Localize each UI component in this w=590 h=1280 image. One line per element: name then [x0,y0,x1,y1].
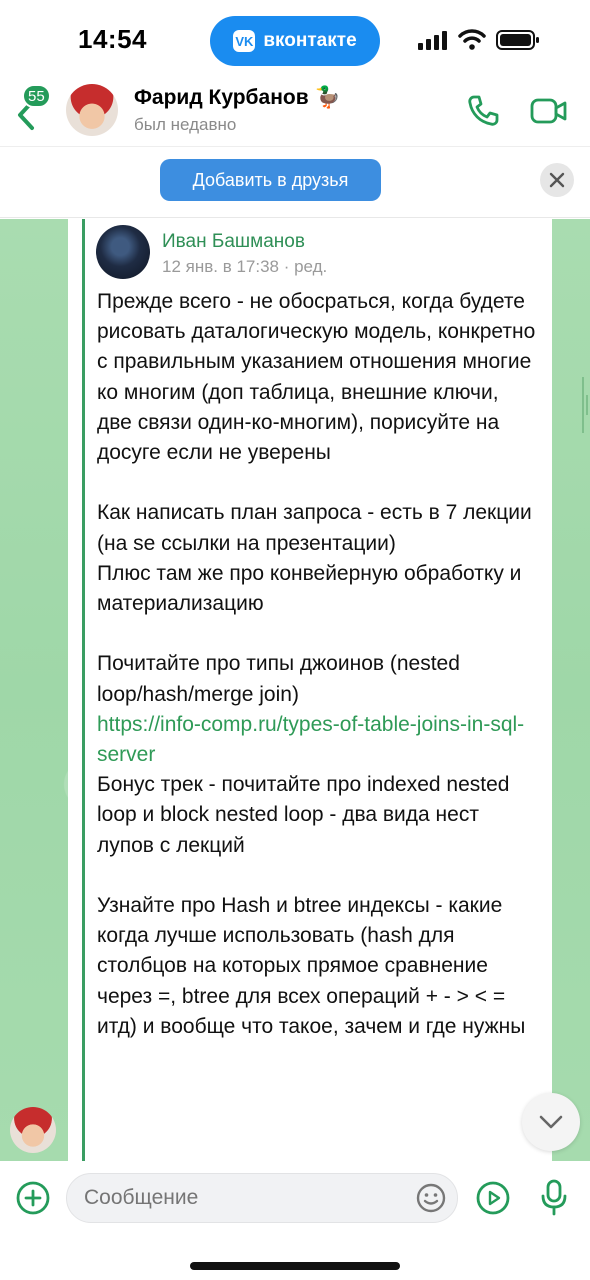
contact-status: был недавно [134,115,237,134]
vk-pill-label: вконтакте [263,30,357,51]
unread-count-badge: 55 [22,84,51,108]
status-bar: 14:54 VK вконтакте [0,0,590,80]
video-camera-icon[interactable] [530,96,568,126]
home-indicator [190,1262,400,1270]
chevron-down-icon [539,1115,563,1129]
chat-area[interactable]: Иван Башманов 12 янв. в 17:38 · ред. Пре… [0,219,590,1161]
chat-header: 55 Фарид Курбанов 🦆 был недавно [0,80,590,146]
message-line: Прежде всего - не обосраться, когда буде… [97,290,536,465]
message-line: Как написать план запроса - есть в 7 лек… [97,501,532,555]
cellular-signal-icon [418,31,447,50]
battery-icon [496,30,539,50]
add-friend-bar: Добавить в друзья [0,146,590,218]
message-line: Бонус трек - почитайте про indexed neste… [97,773,510,857]
close-icon [549,172,565,188]
microphone-icon[interactable] [540,1179,568,1217]
message-composer [0,1161,590,1280]
phone-icon[interactable] [466,94,500,128]
wifi-icon [458,29,486,50]
message-link[interactable]: https://info-comp.ru/types-of-table-join… [97,710,537,770]
scroll-down-button[interactable] [522,1093,580,1151]
vk-app-pill[interactable]: VK вконтакте [210,16,380,66]
message-line: Узнайте про Hash и btree индексы - какие… [97,894,526,1038]
plus-icon[interactable] [16,1181,50,1215]
add-friend-button[interactable]: Добавить в друзья [160,159,381,201]
play-icon[interactable] [476,1181,510,1215]
forward-quote-bar [82,219,85,1161]
message-timestamp: 12 янв. в 17:38 · ред. [162,257,328,276]
message-input[interactable] [66,1173,458,1223]
message-text: Прежде всего - не обосраться, когда буде… [97,287,537,1042]
close-friend-bar-button[interactable] [540,163,574,197]
message-line: Почитайте про типы джоинов (nested loop/… [97,652,460,706]
author-avatar[interactable] [96,225,150,279]
sender-avatar[interactable] [10,1107,56,1153]
scrollbar-handle[interactable] [580,375,590,435]
contact-name[interactable]: Фарид Курбанов 🦆 [134,86,341,110]
emoji-icon[interactable] [416,1183,446,1213]
vk-logo-icon: VK [233,30,256,52]
contact-avatar[interactable] [66,84,118,136]
status-time: 14:54 [78,24,147,54]
message-line: Плюс там же про конвейерную обработку и … [97,561,522,616]
author-name[interactable]: Иван Башманов [162,231,305,253]
